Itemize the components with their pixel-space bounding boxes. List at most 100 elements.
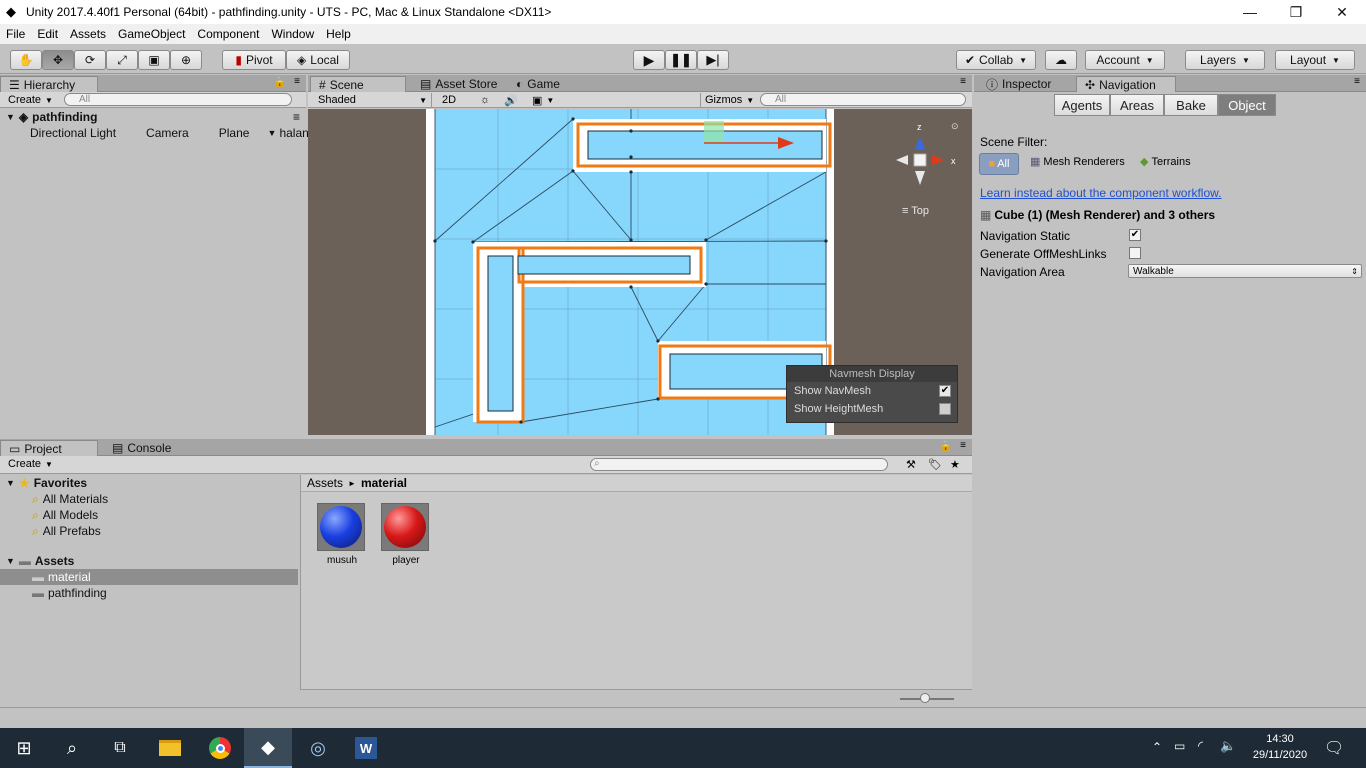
- project-search-input[interactable]: ⌕: [590, 458, 888, 471]
- local-button[interactable]: ◈ Local: [286, 50, 350, 70]
- object-tab-button[interactable]: Object: [1218, 94, 1276, 116]
- menu-window[interactable]: Window: [265, 27, 320, 41]
- favorites-folder[interactable]: ▼ ★ Favorites: [0, 475, 298, 491]
- move-gizmo-plane[interactable]: [704, 121, 724, 143]
- folder-item-pathfinding[interactable]: ▬ pathfinding: [0, 585, 298, 601]
- component-workflow-link[interactable]: Learn instead about the component workfl…: [980, 186, 1222, 200]
- expand-arrow-icon[interactable]: ▼: [6, 556, 15, 566]
- shading-dropdown[interactable]: Shaded ▼: [314, 93, 432, 107]
- material-asset-musuh[interactable]: musuh: [317, 503, 367, 566]
- lock-icon[interactable]: 🔒: [274, 77, 286, 88]
- tab-asset-store[interactable]: ▤ Asset Store: [412, 76, 505, 92]
- expand-arrow-icon[interactable]: ▼: [6, 112, 15, 122]
- minimize-icon[interactable]: —: [1227, 0, 1273, 24]
- effects-icon[interactable]: ▣ ▼: [528, 93, 558, 107]
- word-icon[interactable]: W: [342, 728, 390, 768]
- filter-type-icon[interactable]: ⚒: [902, 457, 920, 471]
- orientation-gizmo[interactable]: [896, 137, 944, 185]
- rotate-tool-icon[interactable]: ⟳: [74, 50, 106, 70]
- tab-scene[interactable]: # Scene: [310, 76, 406, 92]
- agents-tab-button[interactable]: Agents: [1054, 94, 1110, 116]
- time-display[interactable]: 14:30: [1250, 733, 1310, 745]
- show-heightmesh-row[interactable]: Show HeightMesh: [787, 400, 957, 418]
- filter-all-button[interactable]: ■ All: [979, 153, 1019, 175]
- create-dropdown[interactable]: Create ▼: [4, 93, 57, 107]
- expand-arrow-icon[interactable]: ▼: [267, 128, 276, 138]
- step-button[interactable]: ▶|: [697, 50, 729, 70]
- favorite-item[interactable]: ⌕ All Prefabs: [0, 523, 298, 539]
- tab-hierarchy[interactable]: ☰ Hierarchy: [0, 76, 98, 92]
- tab-navigation[interactable]: ✣ Navigation: [1076, 76, 1176, 92]
- gizmo-lock-icon[interactable]: ⊙: [951, 121, 959, 131]
- device-icon[interactable]: ▭: [1174, 739, 1185, 753]
- breadcrumb-assets[interactable]: Assets: [307, 476, 343, 490]
- show-heightmesh-checkbox[interactable]: [939, 403, 951, 415]
- play-button[interactable]: ▶: [633, 50, 665, 70]
- menu-edit[interactable]: Edit: [31, 27, 64, 41]
- breadcrumb-material[interactable]: material: [361, 476, 407, 490]
- panel-menu-icon[interactable]: ≡: [960, 440, 966, 451]
- filter-mesh-renderers-button[interactable]: ▦ Mesh Renderers: [1030, 155, 1125, 169]
- tray-expand-icon[interactable]: ⌃: [1152, 740, 1162, 754]
- scale-tool-icon[interactable]: ⤢: [106, 50, 138, 70]
- volume-icon[interactable]: 🔈: [1220, 738, 1236, 754]
- gizmos-dropdown[interactable]: Gizmos ▼: [700, 93, 758, 107]
- panel-menu-icon[interactable]: ≡: [960, 76, 966, 87]
- transform-tool-icon[interactable]: ⊕: [170, 50, 202, 70]
- folder-item-material[interactable]: ▬ material: [0, 569, 298, 585]
- offmeshlinks-checkbox[interactable]: [1129, 247, 1141, 259]
- tab-inspector[interactable]: ⓘ Inspector: [978, 76, 1059, 92]
- layout-dropdown[interactable]: Layout ▼: [1275, 50, 1355, 70]
- assets-folder[interactable]: ▼ ▬ Assets: [0, 553, 298, 569]
- panel-menu-icon[interactable]: ≡: [294, 76, 300, 87]
- task-view-icon[interactable]: ⧉: [96, 728, 144, 768]
- collab-button[interactable]: ✔ Collab ▼: [956, 50, 1036, 70]
- show-navmesh-row[interactable]: Show NavMesh ✔: [787, 382, 957, 400]
- lock-icon[interactable]: 🔒: [940, 441, 952, 452]
- hierarchy-search-input[interactable]: All: [64, 93, 292, 106]
- wifi-icon[interactable]: ◜: [1198, 738, 1203, 754]
- file-explorer-icon[interactable]: [146, 728, 194, 768]
- show-navmesh-checkbox[interactable]: ✔: [939, 385, 951, 397]
- layers-dropdown[interactable]: Layers ▼: [1185, 50, 1265, 70]
- pause-button[interactable]: ❚❚: [665, 50, 697, 70]
- hand-tool-icon[interactable]: ✋: [10, 50, 42, 70]
- app-icon[interactable]: ◎: [294, 728, 342, 768]
- hierarchy-item[interactable]: Plane: [189, 125, 250, 141]
- tab-project[interactable]: ▭ Project: [0, 440, 98, 456]
- notification-icon[interactable]: 🗨: [1324, 738, 1344, 758]
- scene-viewport[interactable]: z x ≡ Top ⊙ Navmesh Display Show NavMesh…: [308, 109, 972, 435]
- menu-help[interactable]: Help: [320, 27, 357, 41]
- expand-arrow-icon[interactable]: ▼: [6, 478, 15, 488]
- lighting-icon[interactable]: ☼: [476, 93, 494, 107]
- navigation-static-checkbox[interactable]: ✔: [1129, 229, 1141, 241]
- scene-menu-icon[interactable]: ≡: [293, 110, 300, 124]
- tab-console[interactable]: ▤ Console: [104, 440, 179, 456]
- panel-menu-icon[interactable]: ≡: [1354, 76, 1360, 87]
- scene-root[interactable]: ▼ ◈ pathfinding ≡: [0, 109, 306, 125]
- maximize-icon[interactable]: ❐: [1273, 0, 1319, 24]
- chrome-icon[interactable]: [196, 728, 244, 768]
- rect-tool-icon[interactable]: ▣: [138, 50, 170, 70]
- pivot-button[interactable]: ▮ Pivot: [222, 50, 286, 70]
- date-display[interactable]: 29/11/2020: [1250, 749, 1310, 761]
- unity-taskbar-icon[interactable]: ◆: [244, 728, 292, 768]
- menu-assets[interactable]: Assets: [64, 27, 112, 41]
- zoom-slider-handle[interactable]: [920, 693, 930, 703]
- tab-game[interactable]: ◐ Game: [508, 76, 568, 92]
- windows-start-icon[interactable]: ⊞: [0, 728, 48, 768]
- areas-tab-button[interactable]: Areas: [1110, 94, 1164, 116]
- filter-terrains-button[interactable]: ◆ Terrains: [1140, 155, 1191, 169]
- account-dropdown[interactable]: Account ▼: [1085, 50, 1165, 70]
- menu-component[interactable]: Component: [191, 27, 265, 41]
- navigation-area-dropdown[interactable]: Walkable ⇕: [1128, 264, 1362, 278]
- audio-icon[interactable]: 🔊: [500, 93, 522, 107]
- hierarchy-item[interactable]: Camera: [116, 125, 189, 141]
- filter-label-icon[interactable]: 🏷: [924, 457, 946, 471]
- favorite-item[interactable]: ⌕ All Materials: [0, 491, 298, 507]
- project-create-dropdown[interactable]: Create ▼: [4, 457, 57, 471]
- favorite-star-icon[interactable]: ★: [946, 457, 964, 471]
- search-icon[interactable]: ⌕: [48, 728, 96, 768]
- scene-search-input[interactable]: All: [760, 93, 966, 106]
- toggle-2d-button[interactable]: 2D: [438, 93, 460, 107]
